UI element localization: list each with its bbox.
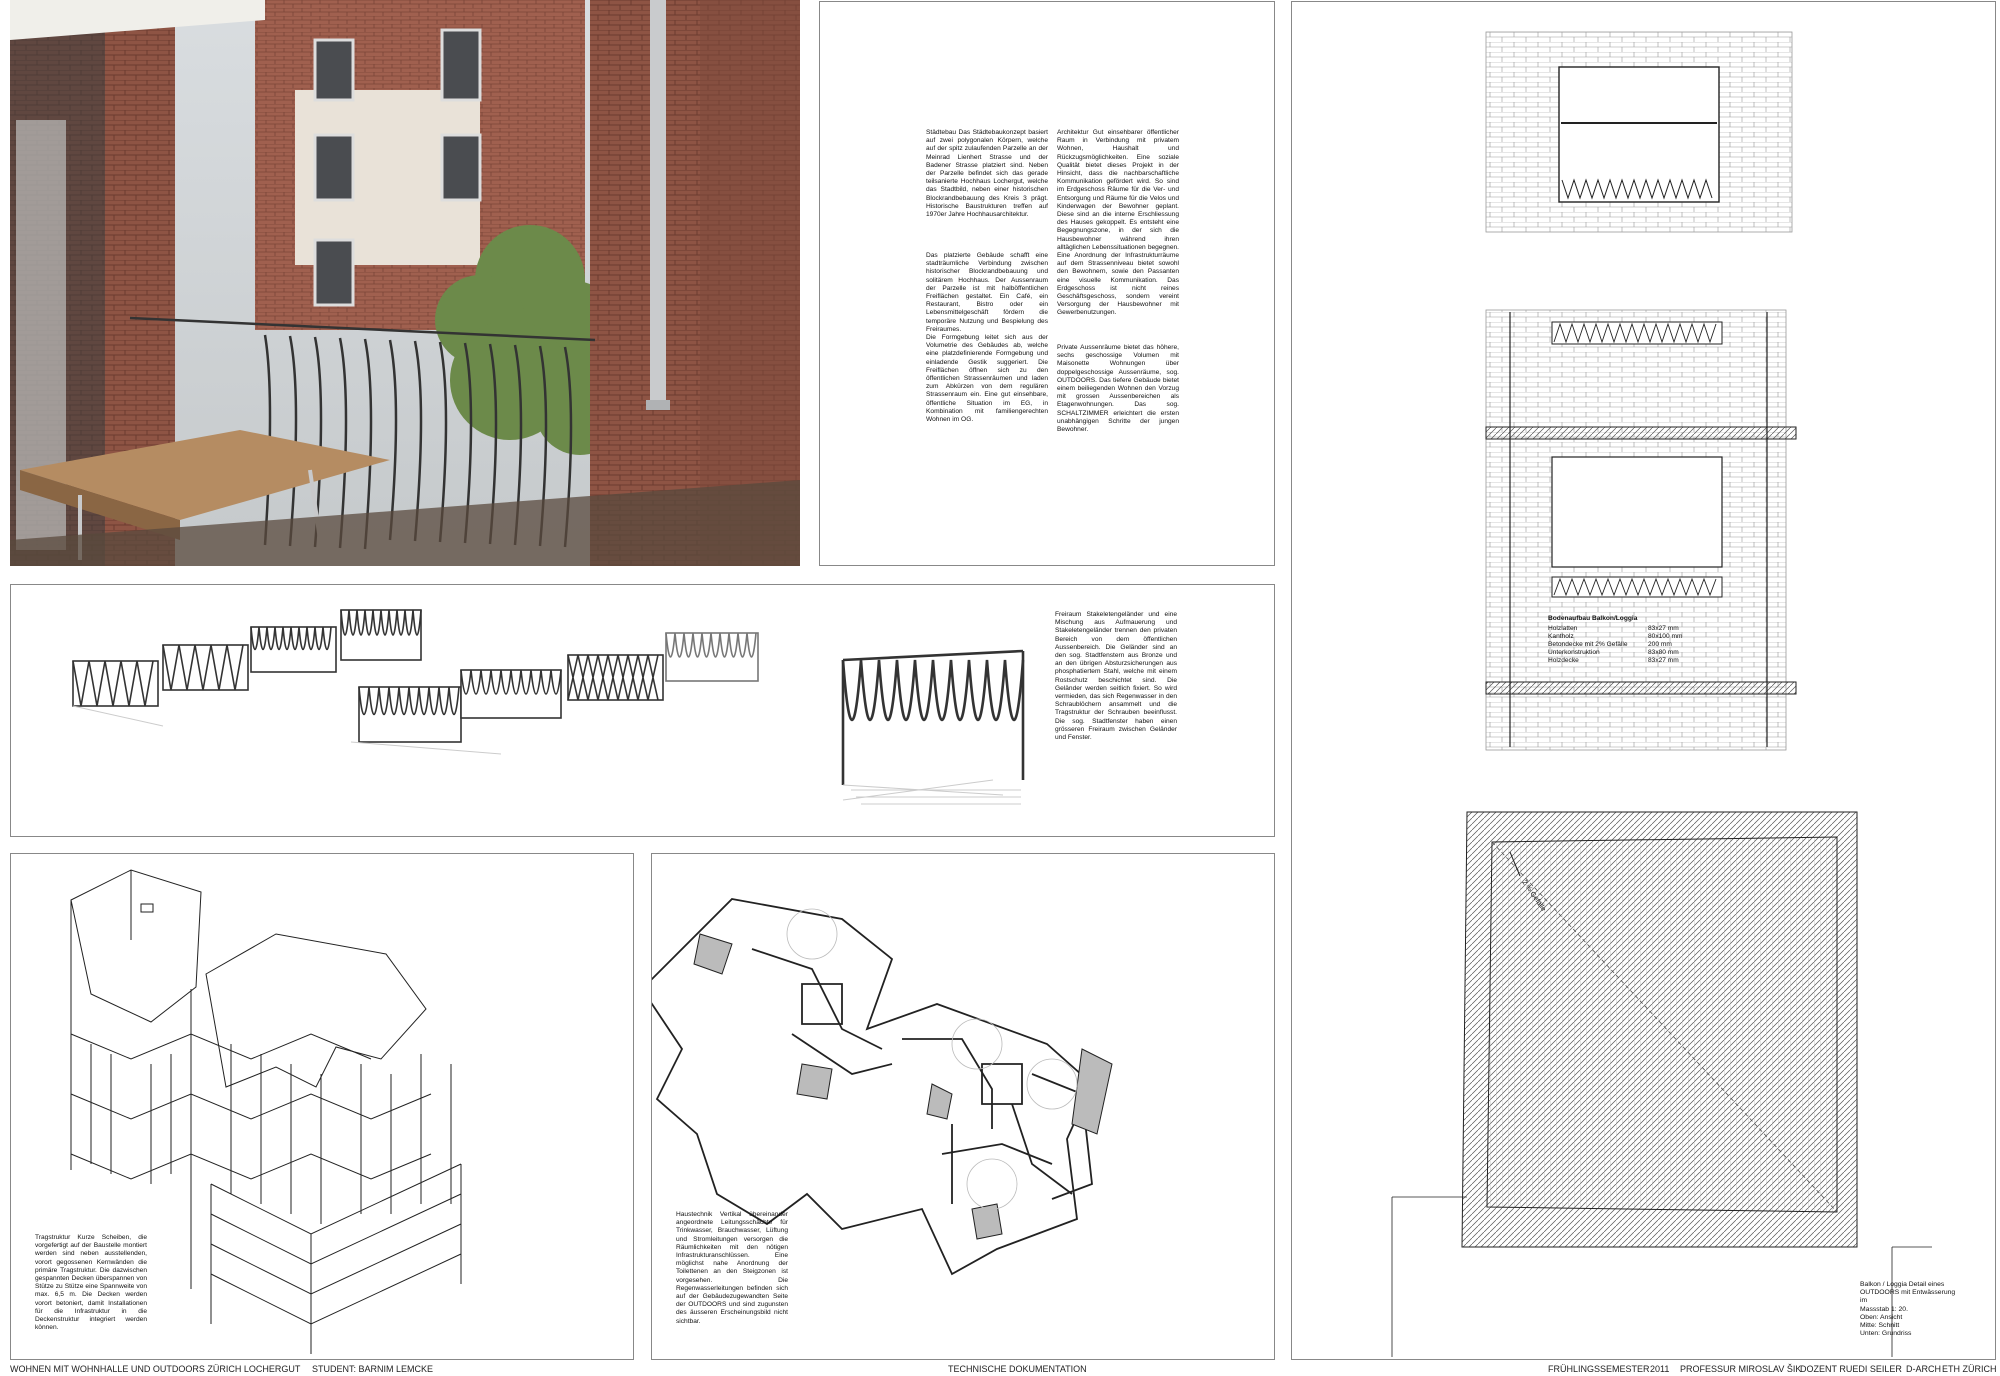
intro-col1-p2: Das platzierte Gebäude schafft eine stad… (926, 252, 1048, 424)
floor-row-5-label: Holzdecke (1548, 657, 1579, 664)
railing-panel: Freiraum Stakeletengeländer und eine Mis… (10, 584, 1275, 837)
caption-line-5: Mitte: Schnitt (1860, 1322, 1900, 1330)
floor-row-1-value: 83x27 mm (1648, 625, 1679, 632)
railing-variant-1 (72, 660, 159, 707)
caption-line-1: Balkon / Loggia Detail eines (1860, 1281, 1945, 1288)
structure-text: Tragstruktur Kurze Scheiben, die vorgefe… (35, 1234, 147, 1332)
detail-caption: Balkon / Loggia Detail eines OUTDOORS mi… (1860, 1281, 1960, 1338)
detail-drawing: Bodenaufbau Balkon/Loggia Holzlatten 83x… (1391, 31, 1932, 1357)
footer-dept: D-ARCH (1906, 1364, 1941, 1374)
footer-doc: TECHNISCHE DOKUMENTATION (948, 1364, 1087, 1374)
caption-line-3: Massstab 1: 20. (1860, 1305, 1908, 1313)
floor-row-3-label: Betondecke mit 2% Gefälle (1548, 641, 1628, 648)
plan-view: 2 % Gefälle (1391, 811, 1932, 1357)
floorplan-panel: Haustechnik Vertikal übereinander angeor… (651, 853, 1275, 1360)
detail-panel: Bodenaufbau Balkon/Loggia Holzlatten 83x… (1291, 1, 1996, 1360)
intro-col2-p2: Private Aussenräume bietet das höhere, s… (1057, 344, 1179, 434)
railing-variant-2 (162, 644, 249, 691)
floor-row-2-value: 80x100 mm (1648, 633, 1683, 640)
floor-row-2-label: Kantholz (1548, 633, 1574, 640)
floor-row-3-value: 200 mm (1648, 641, 1672, 648)
caption-line-4: Oben: Ansicht (1860, 1313, 1903, 1321)
structure-panel: Tragstruktur Kurze Scheiben, die vorgefe… (10, 853, 634, 1360)
caption-line-2: OUTDOORS mit Entwässerung im (1860, 1289, 1956, 1305)
photo-render (10, 0, 800, 566)
railing-text: Freiraum Stakeletengeländer und eine Mis… (1055, 611, 1177, 742)
floor-row-5-value: 83x27 mm (1648, 657, 1679, 664)
footer-dozent: DOZENT RUEDI SEILER (1800, 1364, 1902, 1374)
intro-col1-p1: Städtebau Das Städtebaukonzept basiert a… (926, 129, 1048, 219)
footer-school: ETH ZÜRICH (1942, 1364, 1997, 1374)
railing-variant-8 (665, 632, 759, 682)
floor-table-title: Bodenaufbau Balkon/Loggia (1548, 615, 1638, 622)
railing-variant-6 (460, 669, 562, 719)
loggia-photo (10, 0, 800, 566)
footer-semester: FRÜHLINGSSEMESTER (1548, 1364, 1650, 1374)
caption-line-6: Unten: Grundriss (1860, 1330, 1912, 1338)
footer-year: 2011 (1650, 1364, 1670, 1374)
railing-variant-7 (567, 654, 664, 701)
section-view (1485, 309, 1797, 751)
railing-variant-3 (250, 626, 337, 673)
railing-variant-5 (358, 686, 462, 743)
intro-text-panel: Städtebau Das Städtebaukonzept basiert a… (819, 1, 1275, 566)
footer-project: WOHNEN MIT WOHNHALLE UND OUTDOORS ZÜRICH… (10, 1364, 301, 1374)
floor-row-1-label: Holzlatten (1548, 625, 1578, 632)
railing-large (841, 649, 1025, 785)
railing-variant-4 (340, 609, 422, 661)
intro-col2-p1: Architektur Gut einsehbarer öffentlicher… (1057, 129, 1179, 317)
floor-row-4-label: Unterkonstruktion (1548, 649, 1600, 656)
footer-professor: PROFESSUR MIROSLAV ŠIK (1680, 1364, 1802, 1374)
services-text: Haustechnik Vertikal übereinander angeor… (676, 1211, 788, 1325)
floor-row-4-value: 83x80 mm (1648, 649, 1679, 656)
footer-student: STUDENT: BARNIM LEMCKE (312, 1364, 434, 1374)
elevation-view (1485, 31, 1793, 233)
